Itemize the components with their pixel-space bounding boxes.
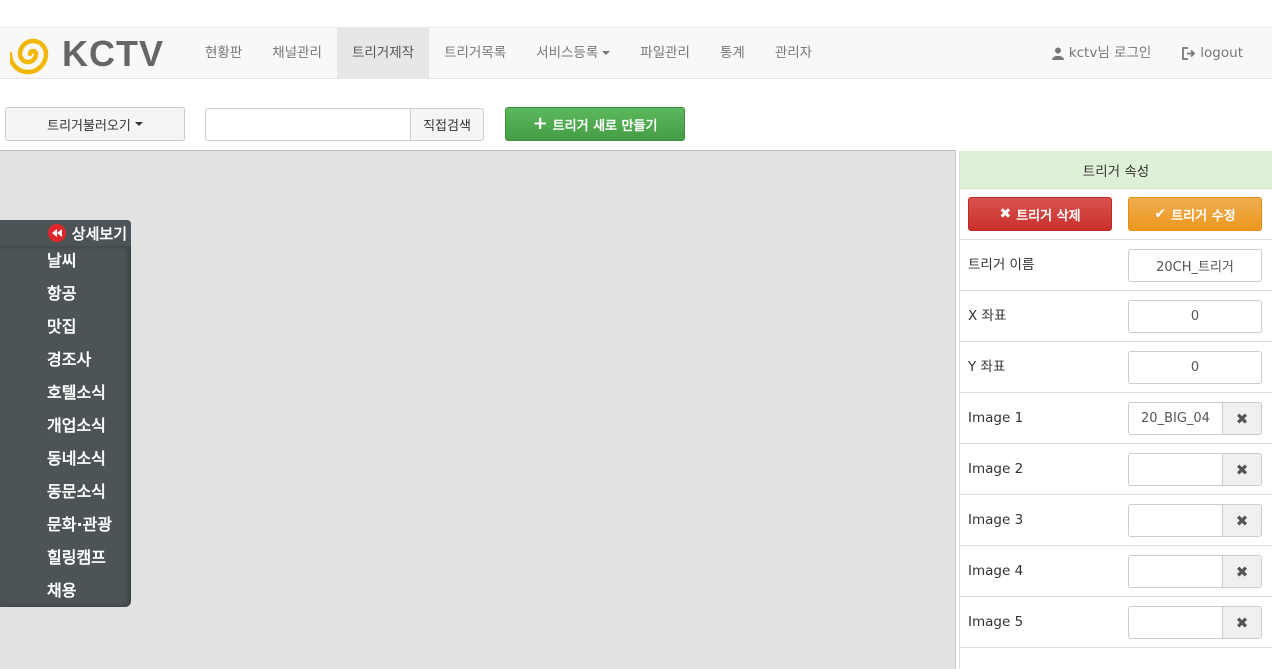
new-trigger-button[interactable]: + 트리거 새로 만들기 (505, 107, 685, 141)
property-input[interactable] (1128, 453, 1223, 486)
detail-toggle[interactable]: 상세보기 (0, 220, 131, 246)
panel-actions: ✖ 트리거 삭제 ✔ 트리거 수정 (960, 189, 1272, 240)
trigger-canvas[interactable] (0, 150, 956, 669)
category-menu-item[interactable]: 항공 (0, 279, 131, 312)
times-icon: ✖ (1235, 460, 1249, 479)
category-menu-item[interactable]: 맛집 (0, 312, 131, 345)
property-label: Image 1 (968, 410, 1024, 426)
load-trigger-dropdown[interactable]: 트리거불러오기 (5, 107, 185, 141)
clear-image-button[interactable]: ✖ (1222, 504, 1262, 537)
panel-title: 트리거 속성 (960, 151, 1272, 189)
nav-item-label: 관리자 (774, 45, 813, 61)
property-label: Image 3 (968, 512, 1024, 528)
property-input[interactable] (1128, 300, 1262, 333)
clear-image-button[interactable]: ✖ (1222, 402, 1262, 435)
property-list: 트리거 이름X 좌표Y 좌표Image 1✖Image 2✖Image 3✖Im… (960, 240, 1272, 648)
logout-icon (1182, 46, 1196, 60)
delete-trigger-button[interactable]: ✖ 트리거 삭제 (968, 197, 1112, 231)
user-icon (1051, 47, 1064, 60)
nav-item[interactable]: 트리거제작 (336, 28, 430, 78)
check-icon: ✔ (1154, 206, 1167, 222)
category-menu-item[interactable]: 개업소식 (0, 411, 131, 444)
property-row: Image 1 ✖ (960, 393, 1272, 444)
logout-link[interactable]: logout (1166, 28, 1258, 78)
kctv-swirl-icon (10, 38, 49, 75)
property-row: Image 4 ✖ (960, 546, 1272, 597)
category-menu-item[interactable]: 채용 (0, 576, 131, 609)
logout-label: logout (1200, 45, 1243, 61)
caret-down-icon (134, 122, 143, 126)
property-label: Image 2 (968, 461, 1024, 477)
property-input[interactable] (1128, 402, 1223, 435)
times-icon: ✖ (1235, 511, 1249, 530)
plus-icon: + (532, 113, 548, 134)
main-nav: 현황판 채널관리 트리거제작 트리거목록 서비스등록 파일관리 통계 관리자 (190, 28, 827, 78)
property-label: 트리거 이름 (968, 257, 1035, 273)
property-row: Y 좌표 (960, 342, 1272, 393)
category-menu-item[interactable]: 호텔소식 (0, 378, 131, 411)
nav-item-label: 현황판 (205, 45, 243, 61)
category-menu: 날씨 항공 맛집 경조사 호텔소식 개업소식 동네소식 동문소식 문화·관광 힐링캠프 채용 (0, 246, 131, 607)
property-row: 트리거 이름 (960, 240, 1272, 291)
delete-trigger-label: 트리거 삭제 (1016, 208, 1081, 224)
property-input[interactable] (1128, 351, 1262, 384)
nav-item[interactable]: 통계 (705, 28, 760, 78)
nav-item-label: 트리거목록 (444, 45, 507, 61)
user-login-link[interactable]: kctv님 로그인 (1037, 28, 1167, 78)
new-trigger-label: 트리거 새로 만들기 (552, 118, 658, 134)
property-row: Image 2 ✖ (960, 444, 1272, 495)
nav-item-label: 서비스등록 (536, 45, 599, 61)
property-label: X 좌표 (968, 308, 1007, 324)
navbar: KCTV 현황판 채널관리 트리거제작 트리거목록 서비스등록 파일관리 통계 관리자 kct… (0, 27, 1272, 79)
clear-image-button[interactable]: ✖ (1222, 555, 1262, 588)
direct-search-button[interactable]: 직접검색 (410, 108, 484, 141)
rewind-icon (47, 224, 66, 242)
nav-item[interactable]: 서비스등록 (521, 28, 625, 78)
clear-image-button[interactable]: ✖ (1222, 453, 1262, 486)
nav-item[interactable]: 현황판 (190, 28, 257, 78)
nav-item-label: 채널관리 (272, 45, 322, 61)
category-menu-item[interactable]: 문화·관광 (0, 510, 131, 543)
nav-item[interactable]: 관리자 (760, 28, 827, 78)
nav-item-label: 파일관리 (640, 45, 690, 61)
property-label: Image 4 (968, 563, 1024, 579)
property-label: Image 5 (968, 614, 1024, 630)
brand-logo[interactable]: KCTV (10, 32, 164, 76)
property-label: Y 좌표 (968, 359, 1006, 375)
property-input[interactable] (1128, 555, 1223, 588)
nav-item[interactable]: 트리거목록 (429, 28, 521, 78)
property-row: Image 5 ✖ (960, 597, 1272, 648)
nav-item-label: 통계 (719, 45, 745, 61)
clear-image-button[interactable]: ✖ (1222, 606, 1262, 639)
property-input[interactable] (1128, 606, 1223, 639)
edit-trigger-label: 트리거 수정 (1171, 208, 1236, 224)
times-icon: ✖ (1235, 562, 1249, 581)
detail-label: 상세보기 (71, 224, 127, 243)
user-login-label: kctv님 로그인 (1068, 45, 1152, 61)
nav-item-label: 트리거제작 (351, 45, 415, 61)
property-input[interactable] (1128, 504, 1223, 537)
nav-item[interactable]: 채널관리 (257, 28, 337, 78)
trigger-properties-panel: 트리거 속성 ✖ 트리거 삭제 ✔ 트리거 수정 트리거 이름 X 좌표 Y 좌표 I… (959, 151, 1272, 669)
edit-trigger-button[interactable]: ✔ 트리거 수정 (1128, 197, 1262, 231)
category-menu-item[interactable]: 동문소식 (0, 477, 131, 510)
times-icon: ✖ (1235, 409, 1249, 428)
load-trigger-label: 트리거불러오기 (47, 118, 131, 134)
category-menu-item[interactable]: 힐링캠프 (0, 543, 131, 576)
category-menu-item[interactable]: 날씨 (0, 246, 131, 279)
property-row: X 좌표 (960, 291, 1272, 342)
property-row: Image 3 ✖ (960, 495, 1272, 546)
times-icon: ✖ (1235, 613, 1249, 632)
nav-item[interactable]: 파일관리 (625, 28, 705, 78)
search-input[interactable] (205, 108, 411, 141)
property-input[interactable] (1128, 249, 1262, 282)
times-icon: ✖ (999, 206, 1012, 222)
caret-down-icon (602, 51, 611, 55)
user-nav: kctv님 로그인 logout (1037, 28, 1258, 78)
category-menu-item[interactable]: 동네소식 (0, 444, 131, 477)
category-menu-item[interactable]: 경조사 (0, 345, 131, 378)
brand-name: KCTV (62, 33, 164, 74)
